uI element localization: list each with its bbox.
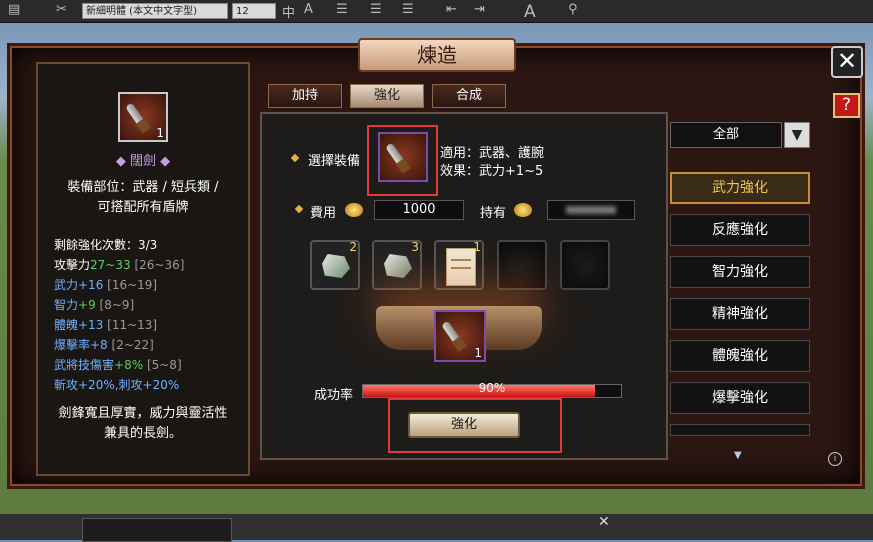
multilevel-list-icon[interactable]: ☰ [402, 2, 414, 17]
skill-damage-bonus: +8% [114, 358, 144, 372]
increase-indent-icon[interactable]: ⇥ [474, 2, 485, 17]
info-icon[interactable]: i [828, 452, 842, 466]
sword-icon [441, 320, 465, 350]
diamond-icon: ◆ [156, 154, 171, 169]
stat-range: [11~13] [107, 318, 158, 332]
item-quantity: 1 [156, 126, 164, 140]
slash-pierce-stat: 斬攻+20%,刺攻+20% [54, 378, 180, 392]
cost-value: 1000 [374, 200, 464, 220]
item-description-2: 兼具的長劍。 [103, 426, 182, 441]
sword-icon [125, 102, 149, 132]
ore-icon [322, 254, 350, 278]
stat-row: 體魄+13 [11~13] [54, 316, 157, 333]
material-slot-empty[interactable] [497, 240, 547, 290]
success-rate-bar: 90% [362, 381, 622, 398]
coin-icon [514, 203, 532, 217]
stat-name: 武力+16 [54, 278, 104, 292]
stat-name: 智力 [54, 298, 79, 312]
material-quantity: 1 [473, 240, 481, 254]
char-border-icon[interactable]: A [304, 2, 313, 17]
tab-synthesize[interactable]: 合成 [432, 84, 506, 108]
highlight-equipment-slot [367, 125, 438, 196]
item-icon-slot[interactable]: 1 [118, 92, 168, 142]
stat-range: [16~19] [107, 278, 158, 292]
stat-name: 爆擊率+8 [54, 338, 108, 352]
owned-value [547, 200, 635, 220]
success-rate-text: 90% [478, 381, 506, 395]
cost-label: 費用 [310, 206, 337, 221]
skill-damage-label: 武將技傷害 [54, 358, 115, 372]
category-intelligence[interactable]: 智力強化 [670, 256, 810, 288]
coin-icon [345, 203, 363, 217]
material-quantity: 2 [349, 240, 357, 254]
material-slot[interactable]: 2 [310, 240, 360, 290]
category-critical[interactable]: 爆擊強化 [670, 382, 810, 414]
find-icon[interactable]: ⚲ [568, 2, 578, 17]
numbering-icon[interactable]: ☰ [370, 2, 382, 17]
bullets-icon[interactable]: ☰ [336, 2, 348, 17]
success-rate-label: 成功率 [314, 388, 354, 403]
stat-range: [2~22] [111, 338, 154, 352]
scroll-icon [446, 248, 476, 286]
editor-toolbar: ▤ ✂ 新細明體 (本文中文字型) 12 中 A ☰ ☰ ☰ ⇤ ⇥ A ⚲ [0, 0, 873, 23]
item-name: 闊劍 [129, 154, 156, 169]
applicable-text: 適用：武器、護腕 [440, 146, 545, 161]
item-name-row: ◆ 闊劍 ◆ [36, 150, 250, 169]
tab-enhance[interactable]: 強化 [350, 84, 424, 108]
item-description-1: 劍鋒寬且厚實，威力與靈活性 [58, 406, 228, 421]
equip-part-2: 可搭配所有盾牌 [97, 200, 189, 215]
phonetic-icon[interactable]: 中 [282, 2, 295, 21]
styles-icon[interactable]: A [524, 2, 536, 22]
attack-value: 27~33 [90, 258, 131, 272]
category-strength[interactable]: 武力強化 [670, 172, 810, 204]
format-painter-icon[interactable]: ▤ [8, 2, 20, 17]
effect-text: 效果：武力+1~5 [440, 164, 544, 179]
redacted-amount [566, 205, 616, 214]
tab-blessing[interactable]: 加持 [268, 84, 342, 108]
dialog-title: 煉造 [358, 38, 516, 72]
help-button[interactable]: ? [833, 93, 860, 118]
stat-row: 武力+16 [16~19] [54, 276, 157, 293]
font-size-select[interactable]: 12 [232, 3, 276, 19]
stat-bonus: +9 [78, 298, 96, 312]
decrease-indent-icon[interactable]: ⇤ [446, 2, 457, 17]
crystal-ore-icon [384, 254, 412, 278]
skill-damage-stat: 武將技傷害+8% [5~8] [54, 356, 182, 373]
skill-damage-range: [5~8] [146, 358, 182, 372]
category-next-partial[interactable] [670, 424, 810, 436]
attack-stat: 攻擊力27~33 [26~36] [54, 256, 184, 273]
stat-range: [8~9] [99, 298, 135, 312]
chevron-down-icon[interactable]: ▼ [784, 122, 810, 148]
result-quantity: 1 [474, 346, 482, 360]
category-spirit[interactable]: 精神強化 [670, 298, 810, 330]
font-name-select[interactable]: 新細明體 (本文中文字型) [82, 3, 228, 19]
highlight-enhance-button [388, 398, 562, 453]
result-item-slot[interactable]: 1 [434, 310, 486, 362]
stat-row: 爆擊率+8 [2~22] [54, 336, 154, 353]
material-quantity: 3 [411, 240, 419, 254]
owned-label: 持有 [480, 206, 507, 221]
material-slot[interactable]: 1 [434, 240, 484, 290]
filter-select[interactable]: 全部 [670, 122, 782, 148]
stat-name: 體魄+13 [54, 318, 104, 332]
stat-row: 智力+9 [8~9] [54, 296, 134, 313]
material-slot-empty[interactable] [560, 240, 610, 290]
close-icon[interactable]: ✕ [598, 514, 610, 530]
close-button[interactable]: ✕ [831, 46, 863, 78]
category-physique[interactable]: 體魄強化 [670, 340, 810, 372]
scroll-down-icon[interactable]: ▼ [734, 450, 742, 461]
attack-range: [26~36] [134, 258, 185, 272]
diamond-icon: ◆ [115, 154, 130, 169]
scissors-icon[interactable]: ✂ [56, 2, 67, 17]
select-equipment-label: 選擇裝備 [308, 154, 361, 169]
equip-part: 裝備部位：武器 / 短兵類 / [67, 180, 219, 195]
material-slot[interactable]: 3 [372, 240, 422, 290]
remaining-enhance: 剩餘強化次數：3/3 [54, 238, 158, 252]
bottom-panel [82, 518, 232, 542]
attack-label: 攻擊力 [54, 258, 91, 272]
category-reaction[interactable]: 反應強化 [670, 214, 810, 246]
